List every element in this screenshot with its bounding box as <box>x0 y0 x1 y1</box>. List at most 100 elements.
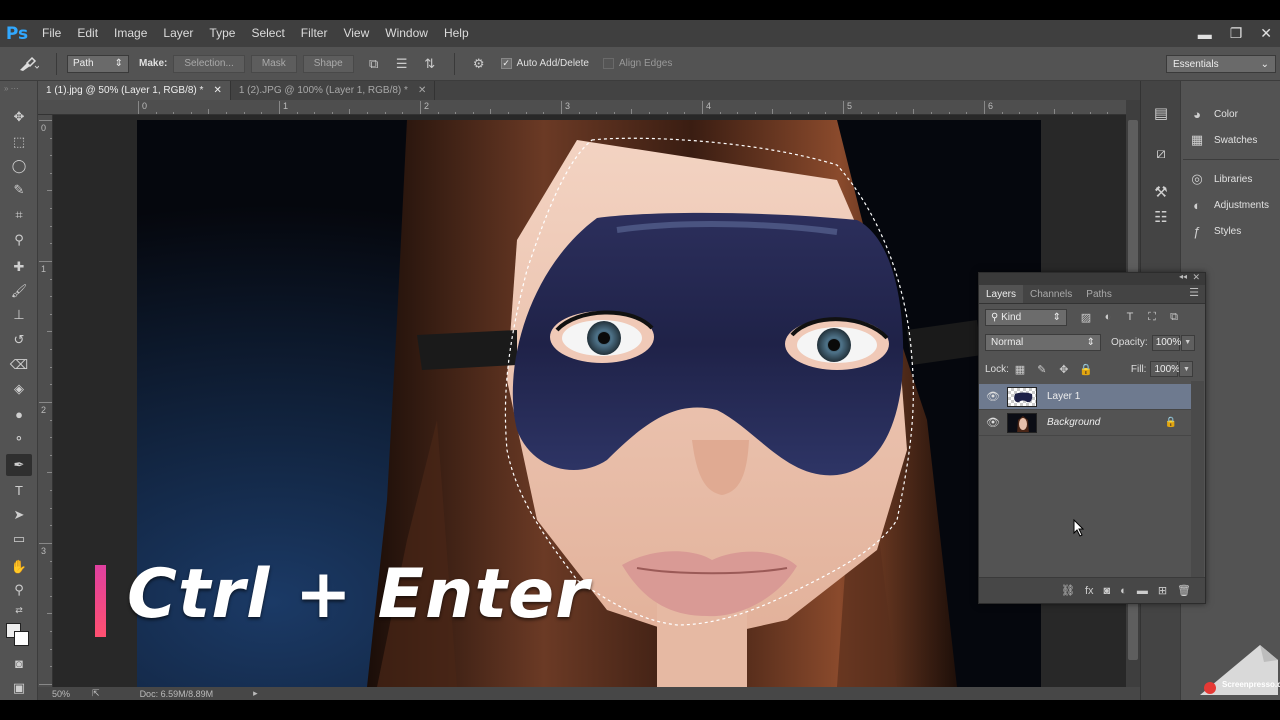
menu-type[interactable]: Type <box>201 20 243 47</box>
dodge-tool-icon[interactable]: ⚬ <box>6 428 32 450</box>
menu-select[interactable]: Select <box>243 20 292 47</box>
opacity-input[interactable]: 100% <box>1151 334 1181 351</box>
blend-mode-select[interactable]: Normal ⇕ <box>985 334 1101 351</box>
lock-pixels-icon[interactable]: ✎ <box>1031 360 1053 378</box>
healing-brush-tool-icon[interactable]: ✚ <box>6 256 32 278</box>
filter-adjustment-icon[interactable]: ◐ <box>1097 308 1119 326</box>
menu-layer[interactable]: Layer <box>155 20 201 47</box>
tab-layers[interactable]: Layers <box>979 285 1024 303</box>
eraser-tool-icon[interactable]: ⌫ <box>6 354 32 376</box>
lock-all-icon[interactable]: 🔒 <box>1075 360 1097 378</box>
dock-item-swatches[interactable]: ▦ Swatches <box>1187 129 1258 151</box>
fx-icon[interactable]: fx <box>1085 585 1094 597</box>
close-icon[interactable]: ✕ <box>213 85 221 96</box>
layers-scrollbar[interactable] <box>1191 381 1204 577</box>
quick-mask-icon[interactable]: ◙ <box>6 652 32 674</box>
dock-item-libraries[interactable]: ◎ Libraries <box>1187 168 1252 190</box>
pen-tool-icon[interactable]: ✒ <box>6 454 32 476</box>
menu-window[interactable]: Window <box>377 20 436 47</box>
minimize-button[interactable]: ▬ <box>1198 26 1212 42</box>
lock-transparent-icon[interactable]: ▦ <box>1009 360 1031 378</box>
tab-channels[interactable]: Channels <box>1023 285 1079 303</box>
marquee-tool-icon[interactable]: ⬚ <box>6 131 32 153</box>
properties-panel-icon[interactable]: ⧄ <box>1149 141 1173 165</box>
path-arrangement-icon[interactable]: ⇅ <box>419 53 441 75</box>
gear-icon[interactable]: ⚙ <box>468 53 490 75</box>
brush-panel-icon[interactable]: ⚒ <box>1149 180 1173 204</box>
crop-tool-icon[interactable]: ⌗ <box>6 204 32 226</box>
auto-add-delete-checkbox[interactable]: ✓ Auto Add/Delete <box>500 58 589 69</box>
chevron-down-icon[interactable]: ▼ <box>1180 334 1195 351</box>
make-mask-button[interactable]: Mask <box>250 54 297 73</box>
trash-icon[interactable]: 🗑 <box>1177 584 1191 597</box>
tab-document-1[interactable]: 1 (1).jpg @ 50% (Layer 1, RGB/8) * ✕ <box>38 81 231 100</box>
swap-colors-icon[interactable]: ⇄ <box>6 599 32 621</box>
clone-stamp-tool-icon[interactable]: ⊥ <box>6 304 32 326</box>
tab-document-2[interactable]: 1 (2).JPG @ 100% (Layer 1, RGB/8) * ✕ <box>231 81 436 100</box>
paint-bucket-tool-icon[interactable]: ◈ <box>6 378 32 400</box>
filter-smart-object-icon[interactable]: ⧉ <box>1163 308 1185 326</box>
layer-name[interactable]: Layer 1 <box>1047 391 1080 402</box>
filter-pixel-icon[interactable]: ▨ <box>1075 308 1097 326</box>
panel-menu-icon[interactable]: ☰ <box>1189 286 1199 299</box>
eye-icon[interactable]: 👁 <box>979 390 1007 403</box>
path-selection-tool-icon[interactable]: ➤ <box>6 504 32 526</box>
history-brush-tool-icon[interactable]: ↺ <box>6 329 32 351</box>
dock-item-adjustments[interactable]: ◐ Adjustments <box>1187 194 1269 216</box>
layer-name[interactable]: Background <box>1047 417 1100 428</box>
dock-item-styles[interactable]: ƒ Styles <box>1187 220 1241 242</box>
link-layers-icon[interactable]: ⛓ <box>1061 584 1075 597</box>
menu-view[interactable]: View <box>335 20 377 47</box>
rectangle-tool-icon[interactable]: ▭ <box>6 528 32 550</box>
chevron-down-icon[interactable]: ▼ <box>1179 361 1194 377</box>
menu-image[interactable]: Image <box>106 20 155 47</box>
make-selection-button[interactable]: Selection... <box>173 54 245 73</box>
eye-icon[interactable]: 👁 <box>979 416 1007 429</box>
menu-edit[interactable]: Edit <box>69 20 106 47</box>
workspace-select[interactable]: Essentials ⌄ <box>1166 55 1276 73</box>
history-panel-icon[interactable]: ▤ <box>1149 101 1173 125</box>
brush-settings-icon[interactable]: ☷ <box>1149 205 1173 229</box>
type-tool-icon[interactable]: T <box>6 479 32 501</box>
tool-preset-picker[interactable] <box>10 51 46 77</box>
lock-position-icon[interactable]: ✥ <box>1053 360 1075 378</box>
align-edges-checkbox[interactable]: Align Edges <box>602 58 672 69</box>
layer-row-layer-1[interactable]: 👁 Layer 1 <box>979 384 1191 410</box>
screen-mode-icon[interactable]: ▣ <box>6 677 32 699</box>
dock-item-color[interactable]: ◕ Color <box>1187 103 1238 125</box>
menu-file[interactable]: File <box>34 20 69 47</box>
new-layer-icon[interactable]: ⊞ <box>1158 584 1167 597</box>
close-icon[interactable]: ✕ <box>1192 272 1200 283</box>
layer-row-background[interactable]: 👁 Background 🔒 <box>979 410 1191 436</box>
pen-mode-select[interactable]: Path ⇕ <box>67 54 129 73</box>
fill-input[interactable]: 100% <box>1150 361 1180 377</box>
close-icon[interactable]: ✕ <box>418 85 426 96</box>
collapse-icon[interactable]: ◂◂ <box>1179 272 1187 281</box>
eyedropper-tool-icon[interactable]: ⚲ <box>6 229 32 251</box>
new-group-icon[interactable]: ▬ <box>1137 585 1148 597</box>
blur-tool-icon[interactable]: ● <box>6 403 32 425</box>
tab-paths[interactable]: Paths <box>1079 285 1119 303</box>
add-mask-icon[interactable]: ◙ <box>1104 585 1111 597</box>
share-icon[interactable]: ⇱ <box>92 688 100 699</box>
quick-select-tool-icon[interactable]: ✎ <box>6 179 32 201</box>
panel-titlebar[interactable]: ◂◂ ✕ <box>979 272 1205 285</box>
filter-type-icon[interactable]: T <box>1119 308 1141 326</box>
panel-grip-icon[interactable]: » ⋯ <box>4 84 32 93</box>
zoom-level[interactable]: 50% <box>52 689 70 699</box>
make-shape-button[interactable]: Shape <box>302 54 354 73</box>
path-operations-icon[interactable]: ⧉ <box>363 53 385 75</box>
status-arrow-icon[interactable]: ▸ <box>253 688 258 699</box>
lasso-tool-icon[interactable]: ◯ <box>6 155 32 177</box>
background-color-swatch[interactable] <box>14 631 29 646</box>
adjustment-layer-icon[interactable]: ◐ <box>1120 585 1127 597</box>
move-tool-icon[interactable]: ✥ <box>6 106 32 128</box>
filter-kind-select[interactable]: ⚲ Kind ⇕ <box>985 308 1067 326</box>
path-alignment-icon[interactable]: ☰ <box>391 53 413 75</box>
zoom-tool-icon[interactable]: ⚲ <box>6 579 32 601</box>
filter-shape-icon[interactable]: ⛶ <box>1141 308 1163 326</box>
hand-tool-icon[interactable]: ✋ <box>6 556 32 578</box>
menu-filter[interactable]: Filter <box>293 20 336 47</box>
brush-tool-icon[interactable]: 🖌 <box>6 280 32 302</box>
close-button[interactable]: ✕ <box>1260 25 1272 42</box>
